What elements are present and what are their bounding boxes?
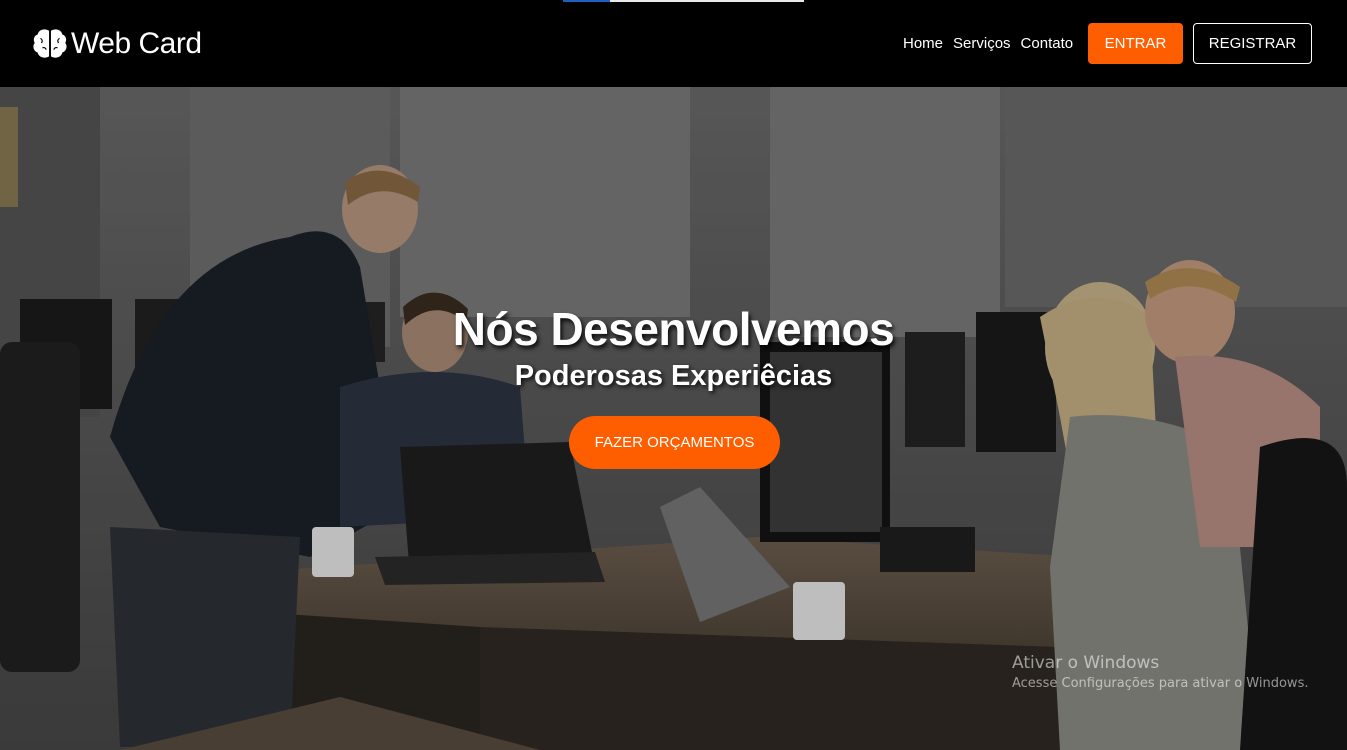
register-button[interactable]: REGISTRAR: [1193, 23, 1312, 64]
nav-link-contact[interactable]: Contato: [1021, 34, 1074, 54]
navbar: Web Card Home Serviços Contato ENTRAR RE…: [0, 0, 1347, 87]
nav-link-services[interactable]: Serviços: [953, 34, 1011, 54]
hero-title: Nós Desenvolvemos: [452, 303, 895, 355]
brand-logo[interactable]: Web Card: [31, 25, 202, 63]
nav-links: Home Serviços Contato: [903, 34, 1073, 54]
brand-name: Web Card: [71, 27, 202, 60]
hero-section: Nós Desenvolvemos Poderosas Experiêcias …: [0, 87, 1347, 750]
brain-icon: [33, 29, 67, 58]
request-quote-button[interactable]: FAZER ORÇAMENTOS: [569, 416, 780, 469]
page-loading-fill: [563, 0, 610, 2]
page-loading-strip: [563, 0, 804, 2]
watermark-subtitle: Acesse Configurações para ativar o Windo…: [1012, 676, 1309, 691]
nav-link-home[interactable]: Home: [903, 34, 943, 54]
watermark-title: Ativar o Windows: [1012, 653, 1160, 673]
hero-subtitle: Poderosas Experiêcias: [514, 360, 833, 392]
enter-button[interactable]: ENTRAR: [1088, 23, 1183, 64]
windows-activation-watermark: Ativar o Windows Acesse Configurações pa…: [1012, 652, 1308, 694]
